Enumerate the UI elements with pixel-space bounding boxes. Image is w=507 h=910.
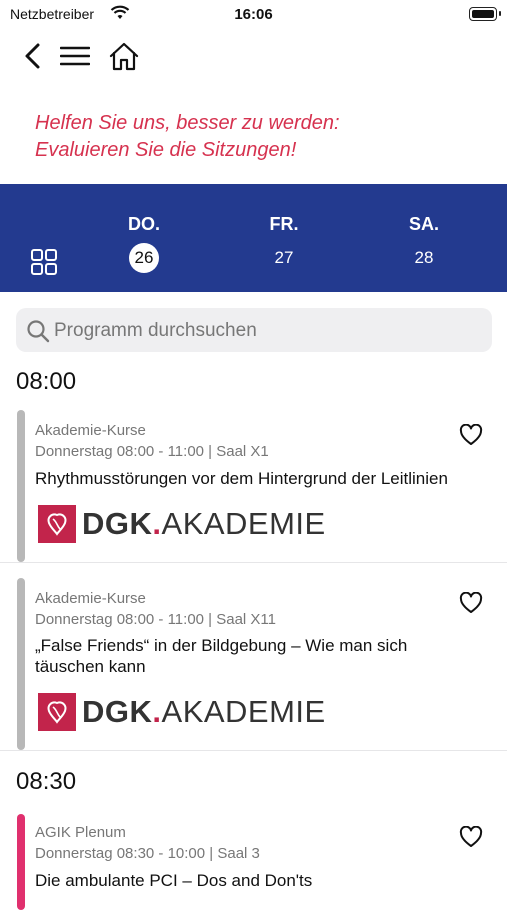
session-card[interactable]: Akademie-Kurse Donnerstag 08:00 - 11:00 … xyxy=(0,410,507,563)
logo-akademie: AKADEMIE xyxy=(161,506,326,541)
menu-icon[interactable] xyxy=(60,45,90,67)
home-icon[interactable] xyxy=(108,41,140,71)
session-title: „False Friends“ in der Bildgebung – Wie … xyxy=(35,636,408,676)
day-number: 27 xyxy=(274,248,294,267)
time-header: 08:30 xyxy=(16,768,77,795)
track-color-bar xyxy=(17,410,25,562)
dgk-logo-mark-icon xyxy=(38,505,76,543)
session-category: AGIK Plenum xyxy=(35,824,126,841)
session-category: Akademie-Kurse xyxy=(35,590,146,607)
day-abbr: DO. xyxy=(127,214,160,234)
dgk-logo-mark-icon xyxy=(38,693,76,731)
day-number: 28 xyxy=(414,248,434,267)
day-tab-friday[interactable]: FR. 27 xyxy=(244,214,324,273)
day-selector: DO. 26 FR. 27 SA. 28 xyxy=(0,184,507,292)
logo-dgk: DGK xyxy=(82,694,153,729)
nav-bar xyxy=(22,36,140,76)
day-number: 26 xyxy=(129,243,159,273)
session-meta: Donnerstag 08:30 - 10:00 | Saal 3 xyxy=(35,845,260,862)
session-card[interactable]: AGIK Plenum Donnerstag 08:30 - 10:00 | S… xyxy=(0,814,507,910)
evaluation-banner[interactable]: Helfen Sie uns, besser zu werden: Evalui… xyxy=(35,110,475,164)
banner-line-2: Evaluieren Sie die Sitzungen! xyxy=(35,139,297,161)
search-icon xyxy=(27,320,50,343)
logo-dot: . xyxy=(152,506,162,541)
session-card[interactable]: Akademie-Kurse Donnerstag 08:00 - 11:00 … xyxy=(0,578,507,751)
track-color-bar xyxy=(17,814,25,910)
search-bar xyxy=(16,308,492,354)
day-abbr: FR. xyxy=(269,214,299,234)
back-chevron-icon[interactable] xyxy=(22,42,42,70)
logo-akademie: AKADEMIE xyxy=(161,694,326,729)
clock: 16:06 xyxy=(234,6,273,23)
banner-line-1: Helfen Sie uns, besser zu werden: xyxy=(35,112,340,134)
logo-dot: . xyxy=(152,694,162,729)
status-bar: Netzbetreiber 16:06 xyxy=(0,0,507,28)
track-color-bar xyxy=(17,578,25,750)
logo-dgk: DGK xyxy=(82,506,153,541)
day-tab-saturday[interactable]: SA. 28 xyxy=(384,214,464,273)
favorite-heart-icon[interactable] xyxy=(459,825,483,853)
favorite-heart-icon[interactable] xyxy=(459,591,483,619)
battery-icon xyxy=(469,7,501,21)
favorite-heart-icon[interactable] xyxy=(459,423,483,451)
search-input[interactable] xyxy=(52,308,486,354)
day-abbr: SA. xyxy=(408,214,439,234)
time-header: 08:00 xyxy=(16,368,77,395)
dgk-akademie-logo: DGK.AKADEMIE xyxy=(38,692,326,732)
session-title: Die ambulante PCI – Dos and Don'ts xyxy=(35,871,313,890)
session-category: Akademie-Kurse xyxy=(35,422,146,439)
grid-view-icon[interactable] xyxy=(30,248,58,281)
session-title: Rhythmusstörungen vor dem Hintergrund de… xyxy=(35,469,448,488)
session-meta: Donnerstag 08:00 - 11:00 | Saal X11 xyxy=(35,611,277,628)
session-meta: Donnerstag 08:00 - 11:00 | Saal X1 xyxy=(35,443,269,460)
day-tab-thursday[interactable]: DO. 26 xyxy=(104,214,184,273)
dgk-akademie-logo: DGK.AKADEMIE xyxy=(38,504,326,544)
